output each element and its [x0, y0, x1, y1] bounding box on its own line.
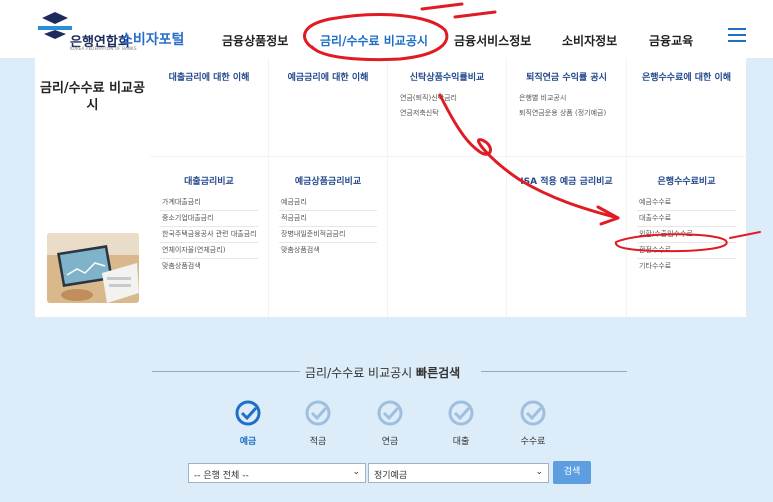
menu-cell-loan-rate-comparison: 대출금리비교 가계대출금리 중소기업대출금리 한국주택금융공사 관련 대출금리 …	[150, 157, 268, 317]
nav-financial-services[interactable]: 금융서비스정보	[454, 32, 531, 49]
menu-cell-isa: ISA 적용 예금 금리비교	[507, 157, 626, 317]
menu-link-hf-loan[interactable]: 한국주택금융공사 관련 대출금리	[160, 227, 258, 243]
menu-cell-deposit-rate-comparison: 예금상품금리비교 예금금리 적금금리 장병내일준비적금금리 맞춤상품검색	[269, 157, 387, 317]
bank-select[interactable]: -- 은행 전체 -- ⌄	[188, 463, 366, 483]
tab-label: 수수료	[520, 437, 546, 447]
menu-link-retirement-product[interactable]: 퇴직연금운용 상품 (정기예금)	[517, 106, 616, 121]
nav-financial-education[interactable]: 금융교육	[649, 32, 693, 49]
chevron-down-icon: ⌄	[535, 467, 543, 477]
menu-icon[interactable]	[728, 28, 746, 42]
logo-subtitle: KOREA FEDERATION OF BANKS	[70, 46, 137, 51]
tab-deposit[interactable]: 예금	[228, 400, 268, 447]
menu-link-sme-loan[interactable]: 중소기업대출금리	[160, 211, 258, 227]
menu-cell-empty	[388, 157, 506, 317]
menu-heading-fee-guide[interactable]: 은행수수료에 대한 이해	[627, 73, 746, 84]
menu-grid: 대출금리에 대한 이해 예금금리에 대한 이해 신탁상품수익률비교 연금(퇴직)…	[150, 58, 746, 317]
menu-heading-fee-comparison[interactable]: 은행수수료비교	[627, 177, 746, 188]
bank-federation-logo-icon	[38, 12, 72, 39]
tab-label: 예금	[239, 437, 257, 447]
menu-heading-deposit-rate-comparison[interactable]: 예금상품금리비교	[269, 177, 387, 188]
menu-heading-loan-rate-guide[interactable]: 대출금리에 대한 이해	[150, 73, 268, 84]
product-select[interactable]: 정기예금 ⌄	[368, 463, 549, 483]
check-circle-icon	[305, 400, 331, 426]
menu-link-overdue-rate[interactable]: 연체이자율(연체금리)	[160, 243, 258, 259]
menu-link-custom-search-deposit[interactable]: 맞춤상품검색	[279, 243, 377, 258]
menu-link-household-loan[interactable]: 가계대출금리	[160, 195, 258, 211]
menu-cell-retirement-pension: 퇴직연금 수익률 공시 은행별 비교공시 퇴직연금운용 상품 (정기예금)	[507, 58, 626, 156]
menu-link-forex-trade-fee[interactable]: 외환/수출입수수료	[637, 227, 736, 243]
logo[interactable]: 은행연합회 소비자포털 KOREA FEDERATION OF BANKS	[30, 12, 190, 52]
nav-rate-fee-comparison[interactable]: 금리/수수료 비교공시	[320, 32, 428, 49]
nav-financial-products[interactable]: 금융상품정보	[222, 32, 288, 49]
menu-link-deposit-fee[interactable]: 예금수수료	[637, 195, 736, 211]
menu-link-bank-comparison[interactable]: 은행별 비교공시	[517, 91, 616, 106]
menu-link-exchange-fee[interactable]: 환전수수료	[637, 243, 736, 259]
menu-link-pension-trust-rate[interactable]: 연금(퇴직)신탁금리	[398, 91, 496, 106]
nav-consumer-info[interactable]: 소비자정보	[562, 32, 617, 49]
tab-savings[interactable]: 적금	[298, 400, 338, 447]
site-header: 은행연합회 소비자포털 KOREA FEDERATION OF BANKS 금융…	[0, 0, 773, 58]
menu-link-custom-search-loan[interactable]: 맞춤상품검색	[160, 259, 258, 274]
product-select-value: 정기예금	[374, 471, 408, 481]
menu-cell-fee-comparison: 은행수수료비교 예금수수료 대출수수료 외환/수출입수수료 환전수수료 기타수수…	[627, 157, 746, 317]
laptop-photo	[47, 233, 139, 303]
quick-search-title: 금리/수수료 비교공시 빠른검색	[305, 364, 460, 381]
quick-search-title-prefix: 금리/수수료 비교공시	[305, 366, 413, 380]
menu-cell-trust-yield: 신탁상품수익률비교 연금(퇴직)신탁금리 연금저축신탁	[388, 58, 506, 156]
check-circle-icon	[235, 400, 261, 426]
quick-search-title-bold: 빠른검색	[416, 366, 461, 380]
chevron-down-icon: ⌄	[352, 467, 360, 477]
menu-cell-fee-guide: 은행수수료에 대한 이해	[627, 58, 746, 156]
menu-heading-retirement-pension[interactable]: 퇴직연금 수익률 공시	[507, 73, 626, 84]
menu-cell-deposit-rate-guide: 예금금리에 대한 이해	[269, 58, 387, 156]
menu-heading-isa[interactable]: ISA 적용 예금 금리비교	[507, 177, 626, 188]
tab-fee[interactable]: 수수료	[513, 400, 553, 447]
menu-cell-loan-rate-guide: 대출금리에 대한 이해	[150, 58, 268, 156]
menu-link-loan-fee[interactable]: 대출수수료	[637, 211, 736, 227]
check-circle-icon	[377, 400, 403, 426]
menu-link-savings-rate[interactable]: 적금금리	[279, 211, 377, 227]
mega-menu-panel: 금리/수수료 비교공시 대출금리에 대한 이해 예금금리에 대한 이해 신탁상품…	[35, 58, 746, 317]
menu-heading-deposit-rate-guide[interactable]: 예금금리에 대한 이해	[269, 73, 387, 84]
menu-link-soldier-savings[interactable]: 장병내일준비적금금리	[279, 227, 377, 243]
bank-select-value: -- 은행 전체 --	[194, 471, 249, 481]
tab-label: 연금	[381, 437, 399, 447]
section-title: 금리/수수료 비교공시	[40, 81, 145, 113]
tab-pension[interactable]: 연금	[370, 400, 410, 447]
check-circle-icon	[448, 400, 474, 426]
tab-label: 적금	[309, 437, 327, 447]
search-button[interactable]: 검색	[553, 461, 591, 484]
divider-left	[152, 371, 300, 372]
menu-link-deposit-rate[interactable]: 예금금리	[279, 195, 377, 211]
tab-loan[interactable]: 대출	[441, 400, 481, 447]
divider-right	[481, 371, 627, 372]
menu-heading-loan-rate-comparison[interactable]: 대출금리비교	[150, 177, 268, 188]
menu-link-other-fee[interactable]: 기타수수료	[637, 259, 736, 274]
menu-link-pension-savings-trust[interactable]: 연금저축신탁	[398, 106, 496, 121]
check-circle-icon	[520, 400, 546, 426]
menu-heading-trust-yield[interactable]: 신탁상품수익률비교	[388, 73, 506, 84]
tab-label: 대출	[452, 437, 470, 447]
